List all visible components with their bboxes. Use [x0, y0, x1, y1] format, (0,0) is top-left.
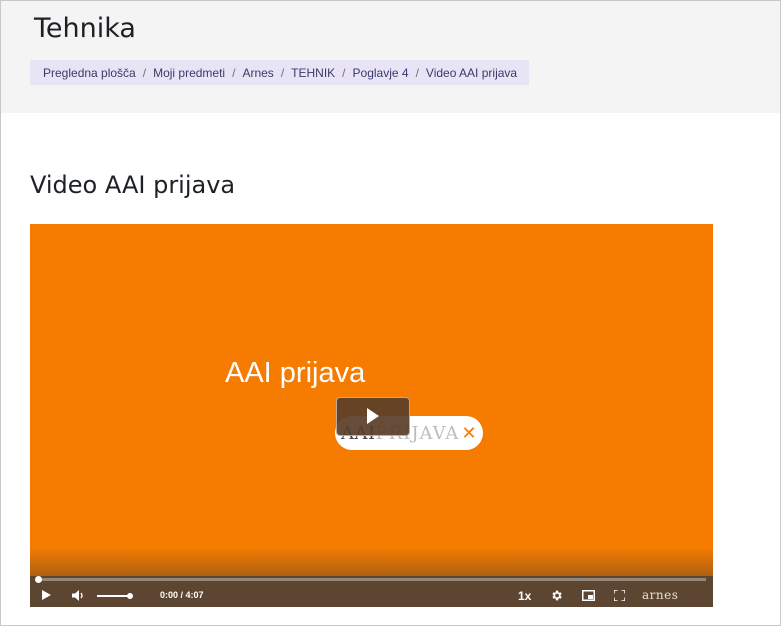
- video-caption-text: AAI prijava: [225, 357, 366, 389]
- volume-icon: [71, 589, 83, 601]
- fullscreen-icon: [613, 589, 625, 601]
- page-header: Tehnika Pregledna plošča / Moji predmeti…: [1, 1, 780, 113]
- breadcrumb-tehnik[interactable]: TEHNIK: [291, 66, 335, 80]
- breadcrumb-current-page[interactable]: Video AAI prijava: [426, 66, 517, 80]
- progress-handle[interactable]: [35, 576, 42, 583]
- video-player[interactable]: AAI prijava AAIPRIJAVA✕ 0:00 / 4:07: [30, 224, 713, 607]
- breadcrumb-separator: /: [415, 65, 419, 80]
- breadcrumb-arnes[interactable]: Arnes: [242, 66, 273, 80]
- time-display: 0:00 / 4:07: [160, 590, 204, 600]
- volume-handle[interactable]: [127, 593, 133, 599]
- fullscreen-button[interactable]: [613, 589, 625, 601]
- playback-speed-button[interactable]: 1x: [518, 589, 531, 603]
- mute-button[interactable]: [70, 588, 86, 602]
- play-button[interactable]: [39, 588, 53, 602]
- breadcrumb-my-courses[interactable]: Moji predmeti: [153, 66, 225, 80]
- breadcrumb-chapter-4[interactable]: Poglavje 4: [353, 66, 409, 80]
- activity-title: Video AAI prijava: [30, 171, 236, 199]
- course-title: Tehnika: [34, 13, 136, 44]
- play-icon: [41, 590, 51, 600]
- big-play-button[interactable]: [336, 397, 410, 436]
- settings-button[interactable]: [549, 588, 563, 602]
- breadcrumb-dashboard[interactable]: Pregledna plošča: [43, 66, 136, 80]
- picture-in-picture-button[interactable]: [581, 589, 595, 601]
- progress-bar[interactable]: [37, 578, 706, 581]
- logo-swirl-icon: ✕: [461, 422, 478, 444]
- breadcrumb-separator: /: [280, 65, 285, 80]
- play-icon: [367, 408, 379, 424]
- arnes-brand-logo[interactable]: arnes: [642, 588, 678, 602]
- breadcrumb: Pregledna plošča / Moji predmeti / Arnes…: [30, 60, 530, 85]
- breadcrumb-separator: /: [232, 65, 236, 80]
- breadcrumb-separator: /: [342, 65, 346, 80]
- volume-slider[interactable]: [97, 595, 130, 597]
- breadcrumb-separator: /: [142, 65, 147, 80]
- picture-in-picture-icon: [581, 589, 595, 601]
- page-frame: Tehnika Pregledna plošča / Moji predmeti…: [0, 0, 781, 626]
- gear-icon: [551, 590, 562, 600]
